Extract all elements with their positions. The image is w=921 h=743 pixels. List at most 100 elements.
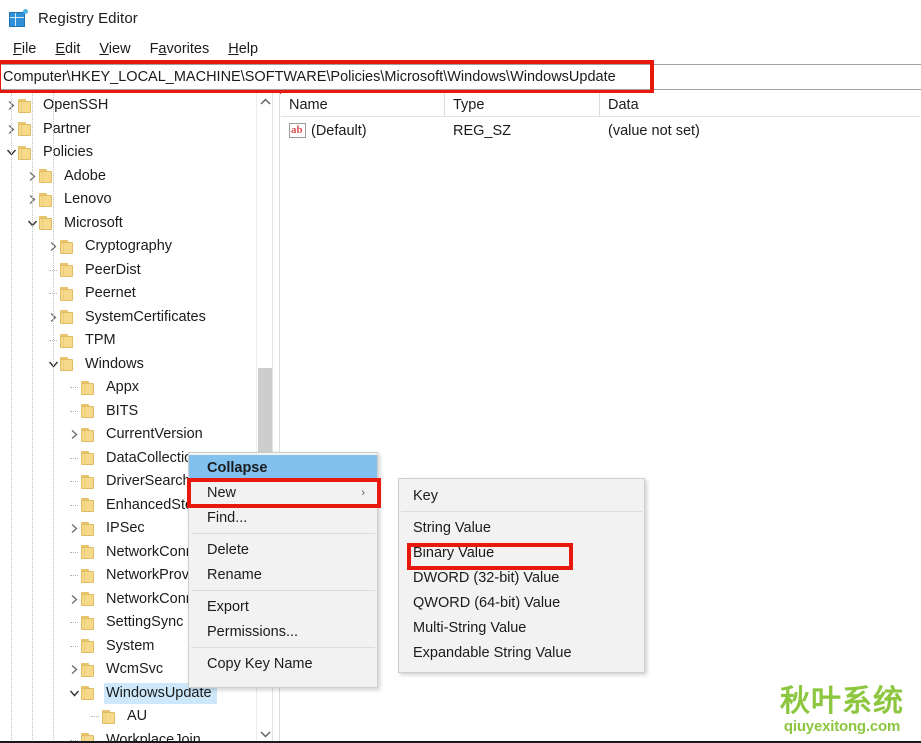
tree-item-label: Appx — [106, 379, 140, 396]
tree-guide-line — [67, 494, 81, 518]
menu-bar: File Edit View Favorites Help — [0, 36, 921, 61]
tree-item-policies[interactable]: Policies — [0, 141, 258, 165]
tree-item-label: PeerDist — [85, 261, 141, 278]
chevron-right-icon[interactable] — [67, 588, 81, 612]
menu-help-rest: elp — [238, 40, 259, 57]
chevron-right-icon[interactable] — [67, 517, 81, 541]
tree-item-partner[interactable]: Partner — [0, 118, 258, 142]
tree-item-bits[interactable]: BITS — [0, 400, 258, 424]
tree-item-au[interactable]: AU — [0, 705, 258, 729]
menu-item-collapse[interactable]: Collapse — [189, 455, 377, 480]
tree-guide-line — [67, 447, 81, 471]
registry-editor-icon — [9, 8, 28, 28]
tree-item-cryptography[interactable]: Cryptography — [0, 235, 258, 259]
menu-view[interactable]: View — [90, 39, 140, 59]
tree-item-windows[interactable]: Windows — [0, 353, 258, 377]
menu-item-new[interactable]: New › — [187, 478, 381, 508]
menu-favorites[interactable]: Favorites — [141, 39, 220, 59]
tree-level-guide — [32, 93, 33, 742]
tree-scroll-thumb[interactable] — [258, 368, 272, 460]
tree-item-microsoft[interactable]: Microsoft — [0, 212, 258, 236]
menu-separator — [191, 533, 375, 534]
tree-item-workplacejoin[interactable]: WorkplaceJoin — [0, 729, 258, 742]
tree-item-label: Microsoft — [64, 214, 123, 231]
tree-item-label: System — [106, 637, 155, 654]
submenu-item-label: Expandable String Value — [413, 644, 572, 661]
tree-item-label: WcmSvc — [106, 661, 164, 678]
address-path: Computer\HKEY_LOCAL_MACHINE\SOFTWARE\Pol… — [3, 69, 616, 85]
menu-item-delete[interactable]: Delete — [189, 537, 377, 562]
string-value-icon: ab — [289, 123, 306, 138]
folder-icon — [81, 545, 98, 560]
scroll-down-icon[interactable] — [257, 725, 272, 742]
tree-item-label: Partner — [43, 120, 91, 137]
submenu-item-key[interactable]: Key — [399, 483, 644, 508]
tree-guide-line — [67, 611, 81, 635]
chevron-down-icon[interactable] — [67, 682, 81, 706]
address-bar[interactable]: Computer\HKEY_LOCAL_MACHINE\SOFTWARE\Pol… — [0, 64, 921, 90]
submenu-item-multi-string-value[interactable]: Multi-String Value — [399, 615, 644, 640]
scroll-up-icon[interactable] — [257, 93, 272, 110]
menu-item-find[interactable]: Find... — [189, 505, 377, 530]
menu-item-permissions[interactable]: Permissions... — [189, 619, 377, 644]
folder-icon — [81, 474, 98, 489]
tree-guide-line — [67, 400, 81, 424]
tree-guide-line — [67, 541, 81, 565]
menu-item-rename[interactable]: Rename — [189, 562, 377, 587]
submenu-item-expandable-string-value[interactable]: Expandable String Value — [399, 640, 644, 665]
tree-item-label: Windows — [85, 355, 144, 372]
cell-type: REG_SZ — [453, 122, 512, 139]
submenu-item-qword-64-bit-value[interactable]: QWORD (64-bit) Value — [399, 590, 644, 615]
tree-item-label: CurrentVersion — [106, 426, 203, 443]
submenu-item-label: Key — [413, 487, 438, 504]
column-header-name[interactable]: Name — [281, 93, 445, 117]
table-row[interactable]: ab (Default) REG_SZ (value not set) — [281, 117, 921, 144]
tree-item-label: SettingSync — [106, 614, 184, 631]
menu-edit[interactable]: Edit — [46, 39, 90, 59]
tree-item-label: IPSec — [106, 520, 145, 537]
tree-item-label: Peernet — [85, 285, 136, 302]
tree-item-peernet[interactable]: Peernet — [0, 282, 258, 306]
submenu-item-binary-value[interactable]: Binary Value — [399, 540, 644, 565]
chevron-right-icon[interactable] — [67, 658, 81, 682]
folder-icon — [81, 568, 98, 583]
tree-item-label: BITS — [106, 402, 139, 419]
submenu-item-label: DWORD (32-bit) Value — [413, 569, 560, 586]
folder-icon — [81, 592, 98, 607]
tree-level-guide — [11, 93, 12, 742]
tree-item-peerdist[interactable]: PeerDist — [0, 259, 258, 283]
menu-item-label: Collapse — [207, 459, 268, 476]
submenu-item-label: Multi-String Value — [413, 619, 527, 636]
tree-item-openssh[interactable]: OpenSSH — [0, 94, 258, 118]
context-menu[interactable]: Collapse New › Find... Delete Rename Export Per… — [187, 452, 381, 688]
column-header-data[interactable]: Data — [600, 93, 921, 117]
new-submenu[interactable]: Key String Value Binary Value DWORD (32-bit… — [398, 478, 645, 673]
folder-icon — [81, 639, 98, 654]
folder-icon — [81, 521, 98, 536]
menu-item-export[interactable]: Export — [189, 594, 377, 619]
chevron-right-icon[interactable] — [67, 423, 81, 447]
folder-icon — [81, 615, 98, 630]
menu-file[interactable]: File — [4, 39, 46, 59]
tree-item-label: Lenovo — [64, 191, 112, 208]
folder-icon — [81, 451, 98, 466]
tree-item-adobe[interactable]: Adobe — [0, 165, 258, 189]
submenu-item-string-value[interactable]: String Value — [399, 515, 644, 540]
tree-item-lenovo[interactable]: Lenovo — [0, 188, 258, 212]
tree-item-systemcertificates[interactable]: SystemCertificates — [0, 306, 258, 330]
menu-item-copy-key-name[interactable]: Copy Key Name — [189, 651, 377, 676]
tree-guide-line — [88, 705, 102, 729]
column-header-type[interactable]: Type — [445, 93, 600, 117]
cell-name: ab (Default) — [281, 117, 445, 144]
menu-item-label: Delete — [207, 541, 249, 558]
tree-item-appx[interactable]: Appx — [0, 376, 258, 400]
tree-item-label: DataCollection — [106, 449, 201, 466]
tree-item-tpm[interactable]: TPM — [0, 329, 258, 353]
tree-item-currentversion[interactable]: CurrentVersion — [0, 423, 258, 447]
folder-icon — [81, 404, 98, 419]
submenu-item-label: QWORD (64-bit) Value — [413, 594, 561, 611]
submenu-item-dword-32-bit-value[interactable]: DWORD (32-bit) Value — [399, 565, 644, 590]
menu-help[interactable]: Help — [219, 39, 268, 59]
menu-view-rest: iew — [108, 40, 131, 57]
submenu-separator — [401, 511, 642, 512]
